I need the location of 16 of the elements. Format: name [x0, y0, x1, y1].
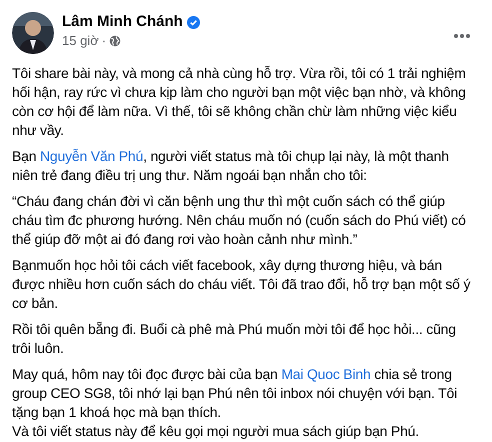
profile-link[interactable]: Nguyễn Văn Phú	[40, 148, 144, 164]
globe-icon	[109, 35, 122, 47]
more-icon	[454, 34, 470, 38]
profile-link[interactable]: Mai Quoc Binh	[281, 366, 371, 382]
post-paragraph: Tôi share bài này, và mong cả nhà cùng hỗ trợ. Vừa rồi, tôi có 1 trải nghiệm hối hận, ray rức vì chưa kịp làm cho người bạn một việc bạn nhờ, và không còn cơ hội để làm nữa. Vì thế, tôi sẽ không chần chừ làm những việc kiểu như vầy.	[12, 64, 467, 140]
post-paragraph: Bạn Nguyễn Văn Phú, người viết status mà tôi chụp lại này, là một thanh niên trẻ đang điều trị ung thư. Năm ngoái bạn nhắn cho tôi:	[12, 147, 450, 185]
post-paragraph: Và tôi viết status này để kêu gọi mọi người mua sách giúp bạn Phú.	[12, 422, 420, 441]
post-paragraph: “Cháu đang chán đời vì căn bệnh ung thư thì một cuốn sách có thể giúp cháu tìm đc phương hướng. Nên cháu muốn nó (cuốn sách do Phú viết) có thể giúp đỡ một ai đó đang rơi vào hoàn cảnh như mình.”	[12, 192, 467, 249]
post-paragraph: Rồi tôi quên bẵng đi. Buổi cà phê mà Phú muốn mời tôi để học hỏi... cũng trôi luôn.	[12, 320, 457, 358]
author-name[interactable]: Lâm Minh Chánh	[62, 12, 183, 32]
post-paragraph: Bạnmuốn học hỏi tôi cách viết facebook, xây dựng thương hiệu, và bán được nhiều hơn cuốn sách do cháu viết. Tôi đã trao đổi, hỗ trợ bạn một số ý cơ bản.	[12, 256, 472, 313]
post-paragraph: May quá, hôm nay tôi đọc được bài của bạn Mai Quoc Binh chia sẻ trong group CEO SG8, tôi nhớ lại bạn Phú nên tôi inbox nói chuyện với bạn. Tôi tặng bạn 1 khoá học mà bạn thích.	[12, 365, 458, 422]
avatar[interactable]	[12, 12, 54, 54]
post-time[interactable]: 15 giờ	[62, 32, 99, 50]
separator-dot: ·	[102, 32, 106, 50]
more-options-button[interactable]	[454, 34, 470, 38]
